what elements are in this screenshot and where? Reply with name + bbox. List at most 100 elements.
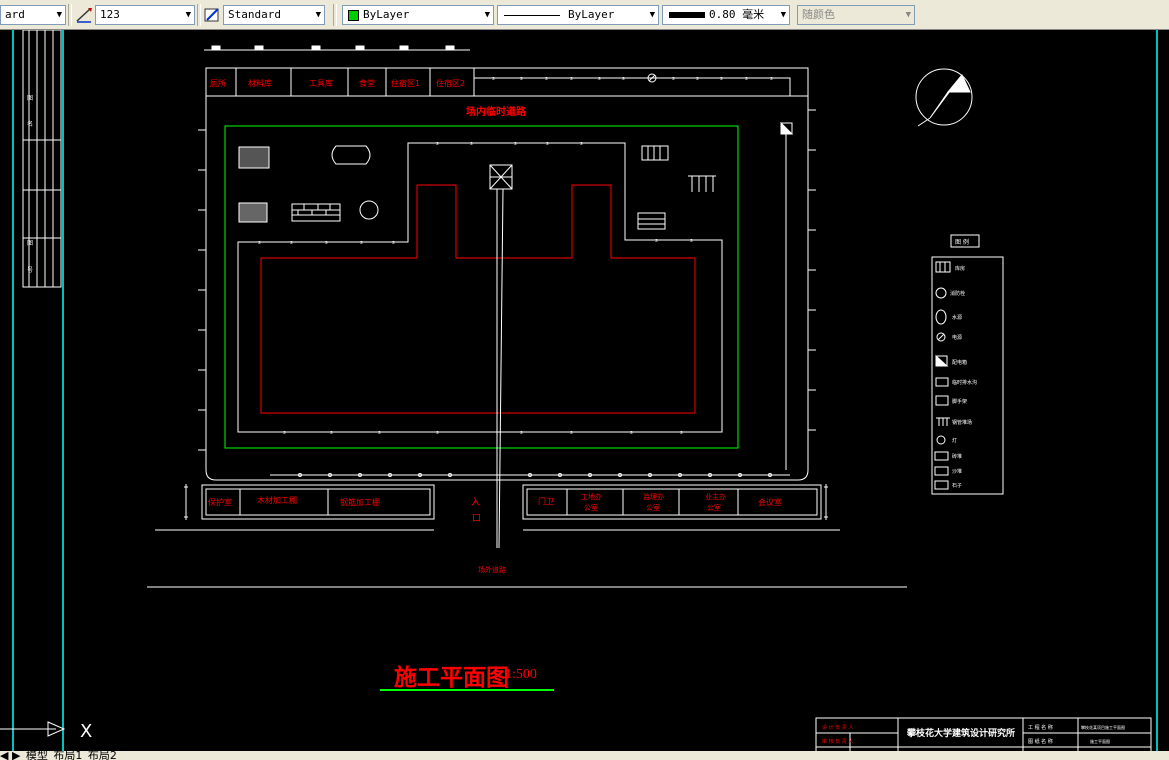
entrance-label: 口 — [472, 514, 481, 524]
legend-item-label: 砖堆 — [952, 453, 962, 460]
svg-text:s: s — [745, 76, 748, 82]
building-outline — [260, 184, 696, 414]
legend-item-label: 水源 — [952, 314, 962, 321]
svg-text:s: s — [258, 240, 261, 246]
svg-text:s: s — [514, 141, 517, 147]
title-block-cell: 设 计 负 责 人 — [822, 724, 853, 731]
left-strip-char: 名 — [27, 120, 33, 128]
drawing-scale: 1:500 — [505, 667, 537, 682]
ucs-x-label: X — [80, 721, 92, 742]
room-label: 住宿区1 — [391, 78, 420, 88]
svg-text:s: s — [436, 141, 439, 147]
svg-text:s: s — [325, 240, 328, 246]
room-label: 厕所 — [210, 78, 226, 88]
plotstyle-control-dropdown[interactable]: 随颜色 ▼ — [797, 5, 915, 25]
svg-text:s: s — [470, 141, 473, 147]
room-label: 住宿区2 — [436, 78, 465, 88]
svg-text:s: s — [580, 141, 583, 147]
room-label: 会议室 — [758, 497, 782, 507]
legend-item-label: 库房 — [955, 265, 965, 272]
svg-text:s: s — [630, 430, 633, 436]
svg-text:s: s — [690, 238, 693, 244]
lineweight-preview-icon — [669, 12, 705, 18]
svg-text:s: s — [290, 240, 293, 246]
ucs-icon — [0, 721, 66, 737]
site-boundary — [205, 67, 809, 481]
toolbar-separator — [333, 4, 337, 26]
svg-text:s: s — [672, 76, 675, 82]
left-strip-char: 图 — [27, 95, 33, 102]
svg-text:s: s — [520, 430, 523, 436]
color-control-dropdown[interactable]: ByLayer ▼ — [342, 5, 494, 25]
room-label: 木材加工棚 — [257, 495, 297, 505]
room-label: 保护室 — [208, 497, 232, 507]
legend-title: 图 例 — [955, 238, 969, 246]
entrance-label: 入 — [471, 497, 480, 508]
toolbar-separator — [68, 4, 72, 26]
dimension-style-icon — [76, 8, 92, 23]
legend-item-label: 消防栓 — [950, 290, 965, 297]
title-block-cell: 图 纸 名 称 — [1028, 738, 1053, 745]
lineweight-control-dropdown[interactable]: 0.80 毫米 ▼ — [662, 5, 790, 25]
room-label: 材料库 — [248, 78, 272, 88]
chevron-down-icon: ▼ — [780, 10, 786, 20]
temporary-fence — [237, 142, 723, 433]
room-label: 业主办 — [705, 492, 726, 501]
svg-text:s: s — [283, 430, 286, 436]
room-label: 钢筋加工棚 — [340, 497, 380, 507]
text-style-dropdown[interactable]: ard ▼ — [0, 5, 66, 25]
table-style-dropdown[interactable]: Standard ▼ — [223, 5, 325, 25]
svg-text:s: s — [680, 430, 683, 436]
svg-text:s: s — [655, 238, 658, 244]
room-label: 食堂 — [359, 78, 375, 88]
legend-item-label: 沙堆 — [952, 468, 962, 475]
north-arrow-icon — [915, 68, 973, 127]
table-style-icon — [204, 8, 219, 22]
drawing-canvas[interactable]: 图 名 图 号 厕所 材料库 工具库 食堂 住宿区1 住宿区2 s s s s … — [0, 30, 1169, 760]
svg-text:s: s — [598, 76, 601, 82]
room-label: 公室 — [646, 503, 660, 512]
right-fence-ticks — [198, 109, 816, 451]
svg-text:s: s — [696, 76, 699, 82]
svg-text:s: s — [622, 76, 625, 82]
svg-text:s: s — [720, 76, 723, 82]
title-block-cell: 施工平面图 — [1090, 738, 1110, 744]
legend-item-label: 脚手架 — [952, 398, 967, 405]
room-label: 工地办 — [581, 492, 602, 501]
pipe-markers: sss sss sss ss — [492, 76, 773, 82]
linetype-control-dropdown[interactable]: ByLayer ▼ — [497, 5, 659, 25]
road-label: 场内临时道路 — [466, 105, 527, 118]
svg-text:s: s — [492, 76, 495, 82]
legend-item-label: 石子 — [952, 482, 962, 489]
outside-road-label: 场外道路 — [478, 565, 506, 574]
left-title-strip — [22, 30, 62, 288]
legend-item-label: 配电箱 — [952, 359, 967, 366]
dimension-style-dropdown[interactable]: 123 ▼ — [95, 5, 195, 25]
chevron-down-icon: ▼ — [649, 10, 655, 20]
left-strip-char: 图 — [27, 240, 33, 247]
svg-text:s: s — [570, 76, 573, 82]
title-block-cell: 工 程 名 称 — [1028, 724, 1053, 731]
legend-symbols — [934, 261, 951, 490]
material-stacks — [238, 145, 716, 230]
legend-labels: 库房 消防栓 水源 电源 配电箱 临时排水沟 脚手架 钢管堆场 灯 砖堆 沙堆 … — [950, 265, 977, 489]
room-label: 监理办 — [643, 492, 664, 501]
distribution-box-icon — [780, 121, 794, 470]
color-swatch-icon — [348, 10, 359, 21]
layout-tabs: ◀ ▶ 模型 布局1 布局2 — [0, 751, 1169, 760]
svg-text:s: s — [392, 240, 395, 246]
legend-item-label: 灯 — [952, 437, 957, 444]
tab-layout2[interactable]: 布局2 — [88, 751, 117, 760]
outside-road — [147, 529, 907, 588]
title-block-cell: 攀枝花某项目施工平面图 — [1081, 724, 1125, 730]
svg-text:s: s — [436, 430, 439, 436]
tab-model[interactable]: 模型 — [26, 751, 48, 760]
tab-nav-arrows-icon[interactable]: ◀ ▶ — [0, 751, 24, 760]
linetype-preview-icon — [504, 15, 560, 16]
room-label: 工具库 — [309, 78, 333, 88]
tab-layout1[interactable]: 布局1 — [53, 751, 82, 760]
top-dimension-line — [204, 45, 470, 51]
room-label: 门卫 — [538, 496, 554, 506]
properties-toolbar: ard ▼ 123 ▼ Standard ▼ ByLayer ▼ ByLayer… — [0, 0, 1169, 30]
svg-text:s: s — [545, 76, 548, 82]
